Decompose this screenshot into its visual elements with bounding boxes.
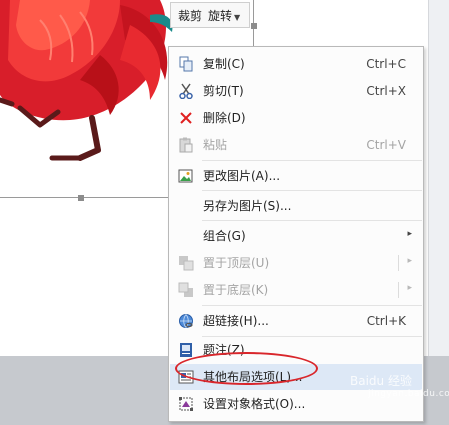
menu-item-save-as-picture[interactable]: 另存为图片(S)... bbox=[170, 193, 422, 219]
menu-item-shortcut: Ctrl+X bbox=[366, 84, 406, 98]
rotate-label: 旋转 bbox=[208, 8, 233, 23]
chevron-right-icon: ▸ bbox=[407, 256, 412, 266]
menu-item-label: 超链接(H)... bbox=[203, 314, 269, 328]
crop-button[interactable]: 裁剪 bbox=[175, 7, 205, 24]
menu-item-group[interactable]: 组合(G) ▸ bbox=[170, 223, 422, 249]
menu-item-shortcut: Ctrl+K bbox=[366, 314, 406, 328]
bring-to-front-icon bbox=[177, 254, 195, 272]
delete-x-icon bbox=[177, 109, 195, 127]
menu-item-send-to-back[interactable]: 置于底层(K) ▸ bbox=[170, 277, 422, 303]
hyperlink-globe-icon bbox=[177, 312, 195, 330]
menu-separator bbox=[202, 220, 422, 221]
menu-separator bbox=[202, 160, 422, 161]
submenu-divider bbox=[398, 255, 399, 271]
menu-item-change-picture[interactable]: 更改图片(A)... bbox=[170, 163, 422, 189]
menu-item-shortcut: Ctrl+V bbox=[366, 138, 406, 152]
menu-item-cut[interactable]: 剪切(T) Ctrl+X bbox=[170, 78, 422, 104]
chevron-right-icon: ▸ bbox=[407, 229, 412, 239]
menu-item-paste[interactable]: 粘贴 Ctrl+V bbox=[170, 132, 422, 158]
annotation-red-ellipse bbox=[175, 352, 318, 385]
send-to-back-icon bbox=[177, 281, 195, 299]
menu-item-label: 删除(D) bbox=[203, 111, 246, 125]
watermark-sub: jingyan.baidu.com bbox=[368, 389, 449, 399]
menu-item-hyperlink[interactable]: 超链接(H)... Ctrl+K bbox=[170, 308, 422, 334]
menu-item-delete[interactable]: 删除(D) bbox=[170, 105, 422, 131]
copy-icon bbox=[177, 55, 195, 73]
paste-icon bbox=[177, 136, 195, 154]
menu-item-label: 更改图片(A)... bbox=[203, 169, 281, 183]
menu-item-copy[interactable]: 复制(C) Ctrl+C bbox=[170, 51, 422, 77]
menu-item-label: 置于底层(K) bbox=[203, 283, 269, 297]
menu-item-label: 复制(C) bbox=[203, 57, 245, 71]
menu-item-shortcut: Ctrl+C bbox=[366, 57, 406, 71]
menu-item-label: 剪切(T) bbox=[203, 84, 244, 98]
menu-item-label: 粘贴 bbox=[203, 138, 228, 152]
scissors-icon bbox=[177, 82, 195, 100]
submenu-divider bbox=[398, 282, 399, 298]
menu-item-label: 另存为图片(S)... bbox=[203, 199, 292, 213]
change-picture-icon bbox=[177, 167, 195, 185]
menu-item-label: 组合(G) bbox=[203, 229, 246, 243]
format-object-icon bbox=[177, 395, 195, 413]
menu-separator bbox=[202, 190, 422, 191]
caption-icon bbox=[177, 341, 195, 359]
baidu-jingyan-watermark: Baidu 经验 jingyan.baidu.com bbox=[350, 372, 449, 399]
chevron-down-icon: ▼ bbox=[234, 12, 241, 22]
menu-item-label: 置于顶层(U) bbox=[203, 256, 270, 270]
menu-separator bbox=[202, 305, 422, 306]
chevron-right-icon: ▸ bbox=[407, 283, 412, 293]
resize-handle-bottom[interactable] bbox=[78, 195, 84, 201]
resize-handle-top-right[interactable] bbox=[251, 23, 257, 29]
watermark-text: Baidu 经验 bbox=[350, 374, 412, 388]
picture-mini-toolbar: 裁剪 旋转 ▼ bbox=[170, 2, 250, 28]
menu-item-label: 设置对象格式(O)... bbox=[203, 397, 306, 411]
rotate-button[interactable]: 旋转 ▼ bbox=[205, 7, 243, 24]
menu-item-bring-to-front[interactable]: 置于顶层(U) ▸ bbox=[170, 250, 422, 276]
